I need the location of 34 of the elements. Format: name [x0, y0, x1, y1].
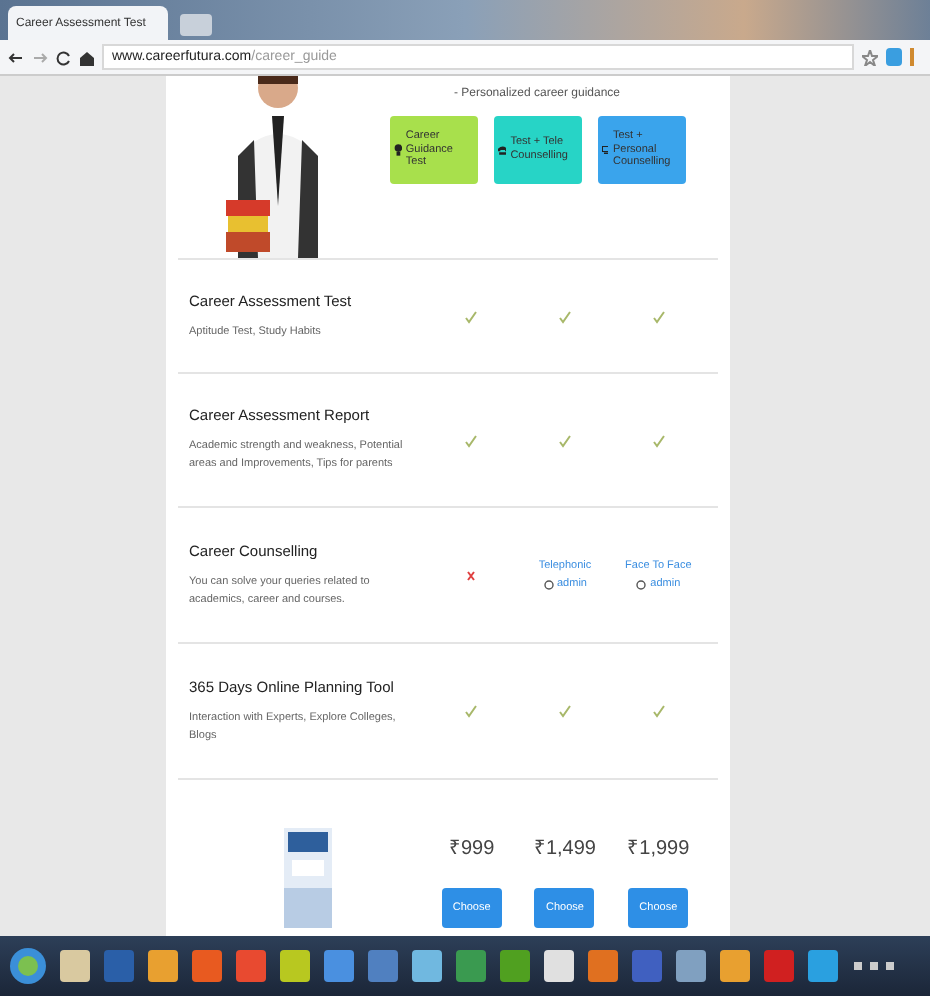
app-icon[interactable] — [806, 946, 840, 986]
app-icon[interactable] — [322, 946, 356, 986]
check-icon — [464, 433, 479, 447]
check-icon — [651, 309, 666, 323]
price: ₹1,499 — [533, 836, 596, 860]
app-icon[interactable] — [674, 946, 708, 986]
price: ₹1,999 — [627, 836, 690, 860]
app-icon[interactable] — [542, 946, 576, 986]
phone-icon — [497, 142, 507, 158]
app-icon[interactable] — [718, 946, 752, 986]
check-icon — [651, 704, 666, 718]
bulb-icon — [393, 140, 402, 160]
app-icon[interactable] — [278, 946, 312, 986]
price: ₹999 — [448, 836, 495, 860]
back-icon[interactable] — [8, 49, 24, 65]
reload-icon[interactable] — [56, 49, 72, 65]
cross-icon — [466, 569, 477, 581]
user-icon — [636, 579, 647, 589]
start-button[interactable] — [8, 946, 48, 986]
app-icon[interactable] — [58, 946, 92, 986]
monitor-icon — [601, 142, 609, 158]
app-icon[interactable] — [586, 946, 620, 986]
app-icon[interactable] — [498, 946, 532, 986]
app-icon[interactable] — [146, 946, 180, 986]
user-icon — [543, 579, 553, 589]
home-icon[interactable] — [80, 49, 94, 65]
app-icon[interactable] — [410, 946, 444, 986]
check-icon — [557, 309, 572, 323]
star-icon[interactable] — [862, 49, 878, 65]
check-icon — [651, 433, 666, 447]
check-icon — [557, 704, 572, 718]
check-icon — [557, 433, 572, 447]
check-icon — [464, 704, 479, 718]
check-icon — [464, 309, 479, 323]
